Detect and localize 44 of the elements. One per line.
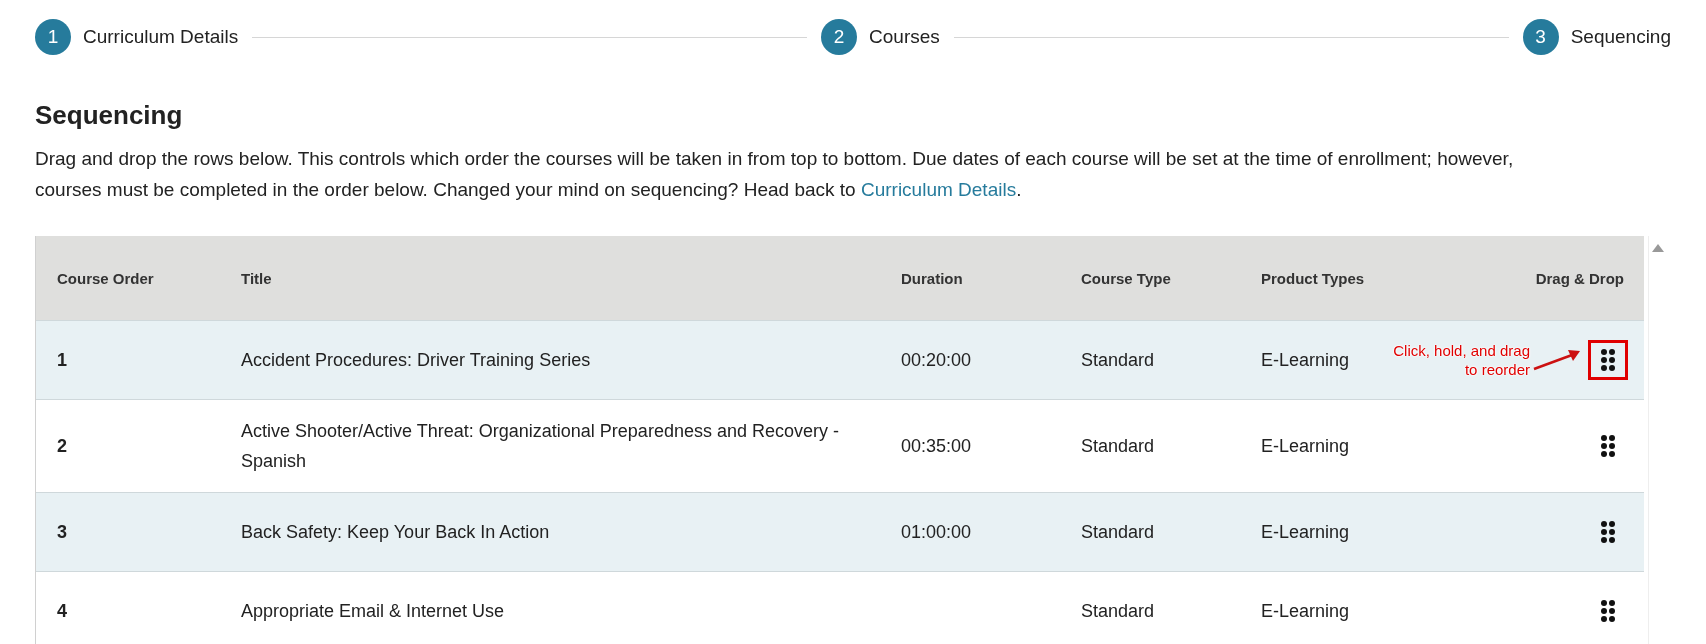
column-header: Drag & Drop [1534,269,1625,287]
duration-cell-text: 00:35:00 [901,435,972,458]
duration-cell-text: 00:20:00 [901,349,972,372]
description-text: Drag and drop the rows below. This controls which order the courses will be taken in from top to bottom. Due dates of each course will be set at the time of enrollment; however, courses must be completed in the order below. Changed your mind on sequencing? Head back to Curriculum Details. [35,147,1515,202]
step-label[interactable]: Sequencing [1570,26,1671,48]
title-cell-text: Accident Procedures: Driver Training Series [241,349,591,372]
product-types-cell-text: E-Learning [1261,435,1350,458]
column-header: Title [240,269,273,287]
course-type-cell-text: Standard [1081,600,1155,623]
step-number: 3 [1522,19,1559,55]
step-number: 1 [35,19,71,55]
step-number: 2 [821,19,858,55]
title-cell-text: Appropriate Email & Internet Use [241,600,505,623]
column-header: Course Order [56,269,155,287]
scrollbar[interactable] [1648,236,1667,644]
column-header: Course Type [1080,269,1172,287]
drag-handle-icon[interactable] [1601,435,1615,457]
course-order-cell-text: 2 [57,435,67,458]
product-types-cell-text: E-Learning [1261,600,1350,623]
title-cell-text: Active Shooter/Active Threat: Organizational Preparedness and Recovery - Spanish [241,420,840,473]
curriculum-details-link[interactable]: Curriculum Details [860,179,1017,200]
page-heading: Sequencing [35,100,184,131]
course-order-cell-text: 1 [57,349,67,372]
course-type-cell-text: Standard [1081,521,1155,544]
duration-cell-text: 01:00:00 [901,521,972,544]
drag-handle-icon[interactable] [1601,349,1615,371]
drag-handle-icon[interactable] [1601,521,1615,543]
course-order-cell-text: 3 [57,521,67,544]
course-row[interactable]: 3 Back Safety: Keep Your Back In Action 01:00:00 Standard E-Learning [36,493,1644,572]
course-type-cell-text: Standard [1081,435,1155,458]
scroll-up-icon[interactable] [1652,244,1664,252]
step-label[interactable]: Courses [869,26,940,48]
column-header: Product Types [1260,269,1366,287]
course-order-cell-text: 4 [57,600,67,623]
callout-text: Click, hold, and drag to reorder [1392,341,1530,379]
course-type-cell-text: Standard [1081,349,1155,372]
product-types-cell-text: E-Learning [1261,521,1350,544]
callout-arrow [1532,347,1582,373]
drag-handle-icon[interactable] [1601,600,1615,622]
course-row[interactable]: 1 Accident Procedures: Driver Training Series 00:20:00 Standard E-Learning Click, hold, and drag to reorder [36,321,1644,400]
title-cell-text: Back Safety: Keep Your Back In Action [241,521,550,544]
column-header: Duration [900,269,964,287]
product-types-cell-text: E-Learning [1261,349,1350,372]
step-label[interactable]: Curriculum Details [83,26,239,48]
